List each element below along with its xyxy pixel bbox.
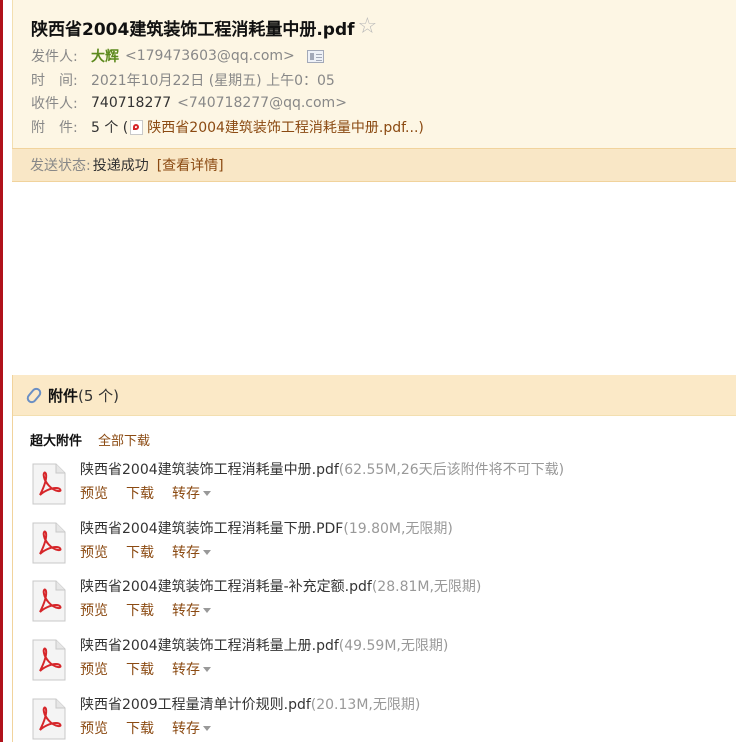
sender-address[interactable]: <179473603@qq.com> [125, 48, 295, 64]
save-to-button[interactable]: 转存 [172, 659, 211, 679]
sender-name[interactable]: 大辉 [91, 46, 119, 66]
attachment-item: 陕西省2004建筑装饰工程消耗量下册.PDF(19.80M,无限期) 预览 下载 转存 [30, 518, 730, 568]
attachment-item: 陕西省2004建筑装饰工程消耗量-补充定额.pdf(28.81M,无限期) 预览下… [30, 576, 730, 626]
recipient-name[interactable]: 740718277 [91, 95, 171, 111]
attachment-label: 附 件: [31, 120, 78, 136]
attachment-name-line: 陕西省2004建筑装饰工程消耗量上册.pdf(49.59M,无限期) [80, 635, 448, 655]
chevron-down-icon [203, 491, 211, 496]
attachment-meta: (19.80M,无限期) [343, 521, 453, 537]
attachment-meta: (49.59M,无限期) [338, 638, 449, 654]
attachment-item: 陕西省2009工程量清单计价规则.pdf(20.13M,无限期) 预览 下载 转存 [30, 694, 730, 744]
attachment-actions: 预览 下载 转存 [80, 718, 211, 738]
from-row: 发件人: 大辉 <179473603@qq.com> [31, 45, 324, 67]
chevron-down-icon [203, 667, 211, 672]
chevron-down-icon [203, 726, 211, 731]
send-status-bar: 发送状态: 投递成功 [查看详情] [12, 148, 736, 182]
attachment-meta: (62.55M,26天后该附件将不可下载) [338, 462, 565, 478]
time-label: 时 间: [31, 73, 78, 89]
preview-button[interactable]: 预览 [80, 542, 108, 562]
save-to-button[interactable]: 转存 [172, 542, 211, 562]
download-button[interactable]: 下载 [126, 542, 154, 562]
pdf-file-icon[interactable] [30, 580, 67, 622]
paperclip-icon [24, 385, 44, 405]
contact-card-icon[interactable] [306, 49, 324, 63]
time-row: 时 间: 2021年10月22日 (星期五) 上午0：05 [31, 69, 335, 91]
attachments-header: 附件 (5 个) [13, 375, 736, 416]
attachments-panel: 附件 (5 个) 超大附件 全部下载 陕西省2004建筑装饰工程消耗量中册.pd… [12, 375, 736, 742]
attachment-filename[interactable]: 陕西省2004建筑装饰工程消耗量中册.pdf [80, 462, 339, 478]
save-to-button[interactable]: 转存 [172, 600, 211, 620]
to-label: 收件人: [31, 96, 78, 112]
save-to-label: 转存 [172, 662, 200, 678]
status-label: 发送状态: [30, 158, 91, 174]
attachment-row: 附 件: 5 个 ( 陕西省2004建筑装饰工程消耗量中册.pdf...) [31, 116, 424, 138]
chevron-down-icon [203, 550, 211, 555]
mail-header: 陕西省2004建筑装饰工程消耗量中册.pdf ☆ 发件人: 大辉 <179473… [12, 0, 736, 148]
recipient-address[interactable]: <740718277@qq.com> [177, 95, 347, 111]
save-to-label: 转存 [172, 721, 200, 737]
pdf-file-icon[interactable] [30, 463, 67, 505]
window-left-border [0, 0, 3, 742]
preview-button[interactable]: 预览 [80, 659, 108, 679]
save-to-label: 转存 [172, 545, 200, 561]
attachment-item: 陕西省2004建筑装饰工程消耗量中册.pdf(62.55M,26天后该附件将不可… [30, 459, 730, 509]
mail-subject: 陕西省2004建筑装饰工程消耗量中册.pdf [31, 19, 355, 40]
chevron-down-icon [203, 608, 211, 613]
super-attachments-row: 超大附件 全部下载 [30, 430, 150, 449]
download-button[interactable]: 下载 [126, 718, 154, 738]
download-button[interactable]: 下载 [126, 483, 154, 503]
attachment-filename[interactable]: 陕西省2004建筑装饰工程消耗量下册.PDF [80, 521, 343, 537]
subject-row: 陕西省2004建筑装饰工程消耗量中册.pdf ☆ [31, 13, 377, 41]
from-label: 发件人: [31, 49, 78, 65]
attachment-meta: (28.81M,无限期) [371, 579, 482, 595]
save-to-label: 转存 [172, 486, 200, 502]
save-to-label: 转存 [172, 603, 200, 619]
attachment-name-line: 陕西省2004建筑装饰工程消耗量-补充定额.pdf(28.81M,无限期) [80, 576, 481, 596]
view-details-link[interactable]: [查看详情] [157, 155, 224, 175]
pdf-file-icon[interactable] [30, 639, 67, 681]
attachments-title: 附件 [48, 386, 79, 405]
attachment-name-line: 陕西省2009工程量清单计价规则.pdf(20.13M,无限期) [80, 694, 420, 714]
attachment-link[interactable]: 陕西省2004建筑装饰工程消耗量中册.pdf...) [147, 117, 424, 137]
pdf-file-icon[interactable] [30, 522, 67, 564]
attachment-filename[interactable]: 陕西省2004建筑装饰工程消耗量上册.pdf [80, 638, 339, 654]
super-attachments-title: 超大附件 [30, 434, 83, 449]
attachment-name-line: 陕西省2004建筑装饰工程消耗量下册.PDF(19.80M,无限期) [80, 518, 453, 538]
save-to-button[interactable]: 转存 [172, 718, 211, 738]
attachment-count: 5 个 ( [91, 120, 129, 136]
preview-button[interactable]: 预览 [80, 718, 108, 738]
attachment-name-line: 陕西省2004建筑装饰工程消耗量中册.pdf(62.55M,26天后该附件将不可… [80, 459, 564, 479]
download-all-button[interactable]: 全部下载 [98, 430, 150, 449]
preview-button[interactable]: 预览 [80, 600, 108, 620]
attachment-actions: 预览 下载 转存 [80, 659, 211, 679]
star-icon[interactable]: ☆ [358, 16, 378, 38]
attachment-filename[interactable]: 陕西省2009工程量清单计价规则.pdf [80, 697, 311, 713]
attachment-actions: 预览 下载 转存 [80, 600, 211, 620]
status-value: 投递成功 [92, 158, 149, 174]
attachment-actions: 预览 下载 转存 [80, 483, 211, 503]
attachments-count: (5 个) [78, 386, 120, 405]
to-row: 收件人: 740718277 <740718277@qq.com> [31, 92, 347, 114]
pdf-file-icon [130, 119, 144, 135]
attachment-filename[interactable]: 陕西省2004建筑装饰工程消耗量-补充定额.pdf [80, 579, 372, 595]
download-button[interactable]: 下载 [126, 600, 154, 620]
preview-button[interactable]: 预览 [80, 483, 108, 503]
pdf-file-icon[interactable] [30, 698, 67, 740]
attachment-item: 陕西省2004建筑装饰工程消耗量上册.pdf(49.59M,无限期) 预览 下载 转存 [30, 635, 730, 685]
time-value: 2021年10月22日 (星期五) 上午0：05 [91, 73, 335, 89]
attachment-meta: (20.13M,无限期) [310, 697, 421, 713]
attachment-actions: 预览 下载 转存 [80, 542, 211, 562]
download-button[interactable]: 下载 [126, 659, 154, 679]
save-to-button[interactable]: 转存 [172, 483, 211, 503]
